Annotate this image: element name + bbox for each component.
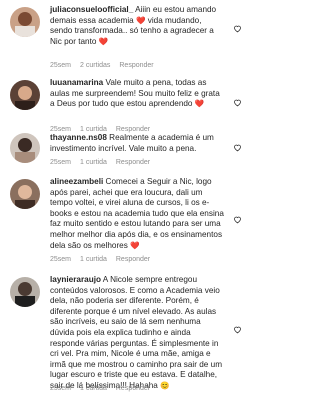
- comment-timestamp: 25sem: [50, 62, 72, 69]
- comment-timestamp: 25sem: [50, 159, 72, 166]
- heart-emoji: ❤️: [130, 240, 140, 250]
- reply-button[interactable]: Responder: [116, 126, 150, 133]
- reply-button[interactable]: Responder: [116, 385, 150, 392]
- comment-username[interactable]: thayanne.ns08: [50, 133, 107, 142]
- comment-likes-count[interactable]: 2 curtidas: [80, 62, 110, 69]
- like-heart-icon[interactable]: [233, 215, 242, 224]
- comment-username[interactable]: juliaconsueloofficial_: [50, 5, 133, 14]
- comment-meta: 25sem 1 curtida Responder: [50, 256, 159, 263]
- comment-timestamp: 25sem: [50, 385, 72, 392]
- comment-likes-count[interactable]: 1 curtida: [80, 385, 107, 392]
- comment-text: A Nicole sempre entregou conteúdos valor…: [50, 275, 223, 390]
- comment-meta: 25sem 1 curtida Responder: [50, 126, 159, 133]
- comment: laynieraraujo A Nicole sempre entregou c…: [0, 275, 250, 397]
- avatar[interactable]: [10, 133, 40, 163]
- comment-timestamp: 25sem: [50, 126, 72, 133]
- like-heart-icon[interactable]: [233, 98, 242, 107]
- comment-text: Comecei a Seguir a Nic, logo após parei,…: [50, 177, 224, 250]
- avatar[interactable]: [10, 179, 40, 209]
- heart-emoji: ❤️: [194, 99, 205, 109]
- comment-body: luuanamarina Vale muito a pena, todas as…: [50, 78, 226, 110]
- comment-username[interactable]: luuanamarina: [50, 78, 103, 87]
- avatar[interactable]: [10, 80, 40, 110]
- like-heart-icon[interactable]: [233, 24, 242, 33]
- comment-likes-count[interactable]: 1 curtida: [80, 256, 107, 263]
- comment: juliaconsueloofficial_ Aiiin eu estou am…: [0, 0, 250, 78]
- comment-username[interactable]: alineezambeli: [50, 177, 103, 186]
- smile-emoji: 😊: [160, 380, 170, 390]
- comment: thayanne.ns08 Realmente a academia é um …: [0, 133, 250, 183]
- comment-body: alineezambeli Comecei a Seguir a Nic, lo…: [50, 177, 226, 251]
- comment-timestamp: 25sem: [50, 256, 72, 263]
- comment-body: laynieraraujo A Nicole sempre entregou c…: [50, 275, 226, 392]
- comment-username[interactable]: laynieraraujo: [50, 275, 101, 284]
- comment-meta: 25sem 1 curtida Responder: [50, 385, 159, 392]
- avatar[interactable]: [10, 277, 40, 307]
- like-heart-icon[interactable]: [233, 143, 242, 152]
- comment-meta: 25sem 1 curtida Responder: [50, 159, 159, 166]
- comment-meta: 25sem 2 curtidas Responder: [50, 62, 163, 69]
- avatar[interactable]: [10, 7, 40, 37]
- reply-button[interactable]: Responder: [116, 256, 150, 263]
- comment-likes-count[interactable]: 1 curtida: [80, 126, 107, 133]
- comment-body: thayanne.ns08 Realmente a academia é um …: [50, 133, 226, 154]
- like-heart-icon[interactable]: [233, 325, 242, 334]
- reply-button[interactable]: Responder: [119, 62, 153, 69]
- comment-body: juliaconsueloofficial_ Aiiin eu estou am…: [50, 5, 226, 47]
- reply-button[interactable]: Responder: [116, 159, 150, 166]
- comment-likes-count[interactable]: 1 curtida: [80, 159, 107, 166]
- comment: alineezambeli Comecei a Seguir a Nic, lo…: [0, 177, 250, 277]
- heart-emoji: ❤️: [98, 36, 109, 46]
